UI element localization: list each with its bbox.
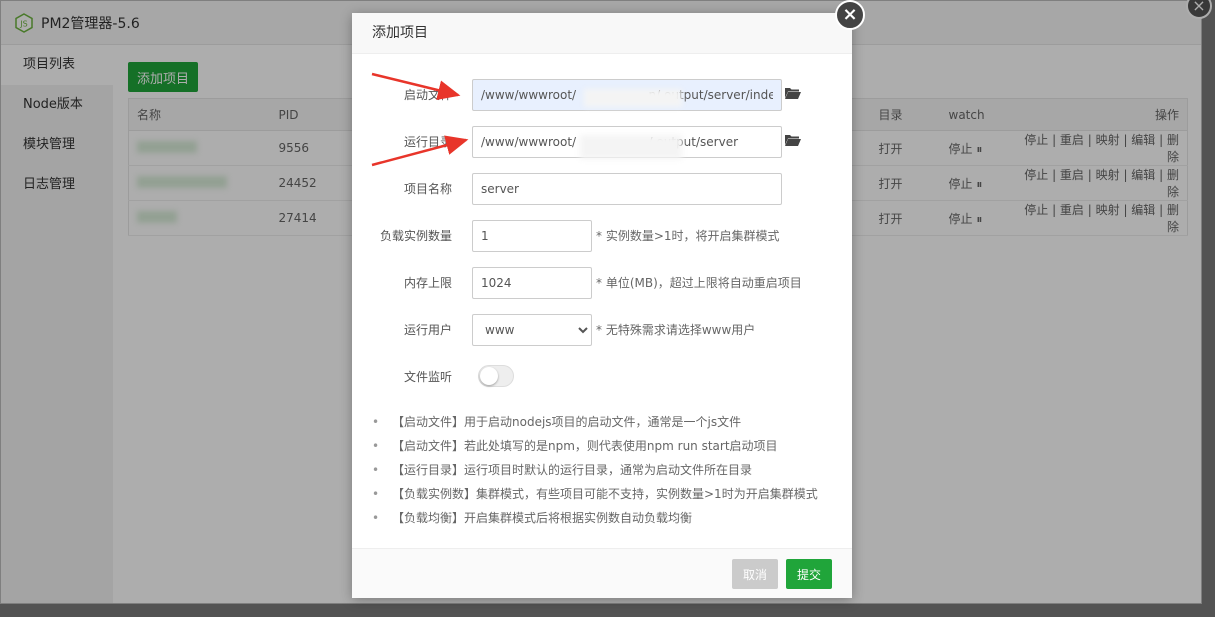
dialog-footer: 取消 提交 xyxy=(352,548,852,598)
help-notes: 【启动文件】用于启动nodejs项目的启动文件，通常是一个js文件 【启动文件】… xyxy=(372,410,842,530)
redaction-blur xyxy=(580,135,682,159)
folder-open-icon[interactable] xyxy=(785,134,801,146)
memory-hint: * 单位(MB)，超过上限将自动重启项目 xyxy=(596,276,802,290)
instances-label: 负载实例数量 xyxy=(379,229,452,243)
project-name-input[interactable] xyxy=(472,173,782,205)
project-name-row: 项目名称 xyxy=(352,173,852,205)
instances-input[interactable] xyxy=(472,220,592,252)
dialog-close-icon[interactable]: × xyxy=(835,0,865,30)
memory-row: 内存上限 * 单位(MB)，超过上限将自动重启项目 xyxy=(352,267,852,299)
run-user-select[interactable]: www xyxy=(472,314,592,346)
run-user-hint: * 无特殊需求请选择www用户 xyxy=(596,323,756,337)
start-file-label: 启动文件 xyxy=(403,88,452,102)
run-dir-label: 运行目录 xyxy=(403,135,452,149)
file-watch-label: 文件监听 xyxy=(403,370,452,384)
list-item: 【运行目录】运行项目时默认的运行目录，通常为启动文件所在目录 xyxy=(372,458,842,482)
list-item: 【负载实例数】集群模式，有些项目可能不支持，实例数量>1时为开启集群模式 xyxy=(372,482,842,506)
list-item: 【启动文件】用于启动nodejs项目的启动文件，通常是一个js文件 xyxy=(372,410,842,434)
list-item: 【启动文件】若此处填写的是npm，则代表使用npm run start启动项目 xyxy=(372,434,842,458)
toggle-knob xyxy=(480,367,498,385)
file-watch-row: 文件监听 xyxy=(352,361,852,393)
run-user-label: 运行用户 xyxy=(403,323,452,337)
instances-row: 负载实例数量 * 实例数量>1时，将开启集群模式 xyxy=(352,220,852,252)
file-watch-toggle[interactable] xyxy=(478,365,514,387)
list-item: 【负载均衡】开启集群模式后将根据实例数自动负载均衡 xyxy=(372,506,842,530)
run-user-row: 运行用户 www * 无特殊需求请选择www用户 xyxy=(352,314,852,346)
folder-open-icon[interactable] xyxy=(785,87,801,99)
cancel-button[interactable]: 取消 xyxy=(732,559,778,589)
submit-button[interactable]: 提交 xyxy=(786,559,832,589)
memory-input[interactable] xyxy=(472,267,592,299)
add-project-dialog: 添加项目 × 启动文件 运行目录 项目名称 负载实例数量 * 实例数量>1时，将… xyxy=(352,0,865,598)
project-name-label: 项目名称 xyxy=(403,182,452,196)
dialog-title: 添加项目 xyxy=(352,13,852,54)
memory-label: 内存上限 xyxy=(403,276,452,290)
redaction-blur xyxy=(584,89,682,107)
instances-hint: * 实例数量>1时，将开启集群模式 xyxy=(596,229,780,243)
